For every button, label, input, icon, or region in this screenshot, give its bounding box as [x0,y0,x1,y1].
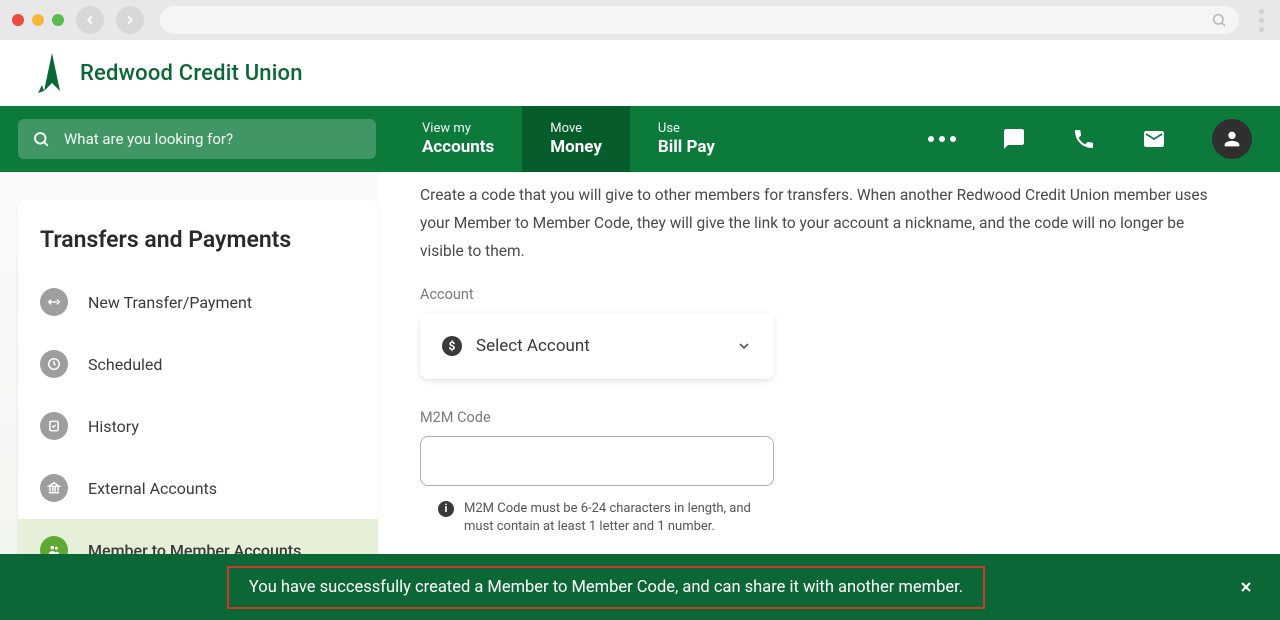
nav-item-sub: Move [550,121,602,137]
nav-search-box[interactable] [18,119,376,159]
nav-item-sub: Use [658,121,715,137]
toast-close-button[interactable] [1212,579,1280,595]
m2m-hint-text: M2M Code must be 6-24 characters in leng… [464,500,774,536]
sidebar-item-external-accounts[interactable]: External Accounts [18,457,378,519]
nav-item-main: Bill Pay [658,137,715,157]
messages-icon[interactable] [1002,127,1026,151]
window-controls [12,14,64,26]
account-select[interactable]: $ Select Account [420,313,774,379]
forward-button[interactable] [116,6,144,34]
nav-search-wrap [0,106,394,172]
sidebar-item-history[interactable]: History [18,395,378,457]
sidebar-item-label: Scheduled [88,355,162,374]
sidebar-item-label: New Transfer/Payment [88,293,252,312]
select-placeholder: Select Account [476,336,722,356]
bank-icon [40,474,68,502]
sidebar-column: Transfers and Payments New Transfer/Paym… [0,172,378,554]
sidebar-item-scheduled[interactable]: Scheduled [18,333,378,395]
m2m-code-label: M2M Code [420,409,1228,426]
nav-item-main: Money [550,137,602,157]
back-button[interactable] [76,6,104,34]
browser-chrome [0,0,1280,40]
account-label: Account [420,286,1228,303]
browser-menu-button[interactable] [1259,9,1264,32]
sidebar-card: Transfers and Payments New Transfer/Paym… [18,200,378,581]
nav-accounts[interactable]: View my Accounts [394,106,522,172]
url-bar[interactable] [160,6,1239,34]
transfer-icon [40,288,68,316]
toast-content: You have successfully created a Member t… [0,566,1212,609]
sidebar-title: Transfers and Payments [18,226,378,271]
search-input[interactable] [64,130,362,148]
search-icon [32,130,50,148]
profile-button[interactable] [1212,119,1252,159]
nav-item-main: Accounts [422,137,494,157]
chevron-down-icon [736,338,752,354]
primary-nav: View my Accounts Move Money Use Bill Pay [0,106,1280,172]
avatar-icon [1212,119,1252,159]
sidebar-item-label: History [88,417,139,436]
minimize-window-button[interactable] [32,14,44,26]
toast-message: You have successfully created a Member t… [249,578,963,597]
maximize-window-button[interactable] [52,14,64,26]
m2m-code-input[interactable] [420,436,774,486]
logo-bar: Redwood Credit Union [0,40,1280,106]
history-icon [40,412,68,440]
sidebar-item-new-transfer[interactable]: New Transfer/Payment [18,271,378,333]
description-text: Create a code that you will give to othe… [420,182,1228,266]
content-column: Create a code that you will give to othe… [378,172,1280,554]
sidebar-item-label: External Accounts [88,479,217,498]
mail-icon[interactable] [1142,127,1166,151]
search-icon [1211,12,1227,28]
toast-message-box: You have successfully created a Member t… [227,566,985,609]
brand-logo[interactable]: Redwood Credit Union [38,53,303,93]
dollar-icon: $ [442,336,462,356]
phone-icon[interactable] [1072,127,1096,151]
nav-utility-icons [928,106,1280,172]
logo-text: Redwood Credit Union [80,61,303,86]
success-toast: You have successfully created a Member t… [0,554,1280,620]
info-icon: i [438,501,454,517]
clock-icon [40,350,68,378]
more-menu-button[interactable] [928,136,956,142]
logo-mark [38,53,66,93]
close-window-button[interactable] [12,14,24,26]
nav-move-money[interactable]: Move Money [522,106,630,172]
m2m-hint-row: i M2M Code must be 6-24 characters in le… [420,500,774,536]
nav-item-sub: View my [422,121,494,137]
main-body: Transfers and Payments New Transfer/Paym… [0,172,1280,554]
nav-bill-pay[interactable]: Use Bill Pay [630,106,743,172]
